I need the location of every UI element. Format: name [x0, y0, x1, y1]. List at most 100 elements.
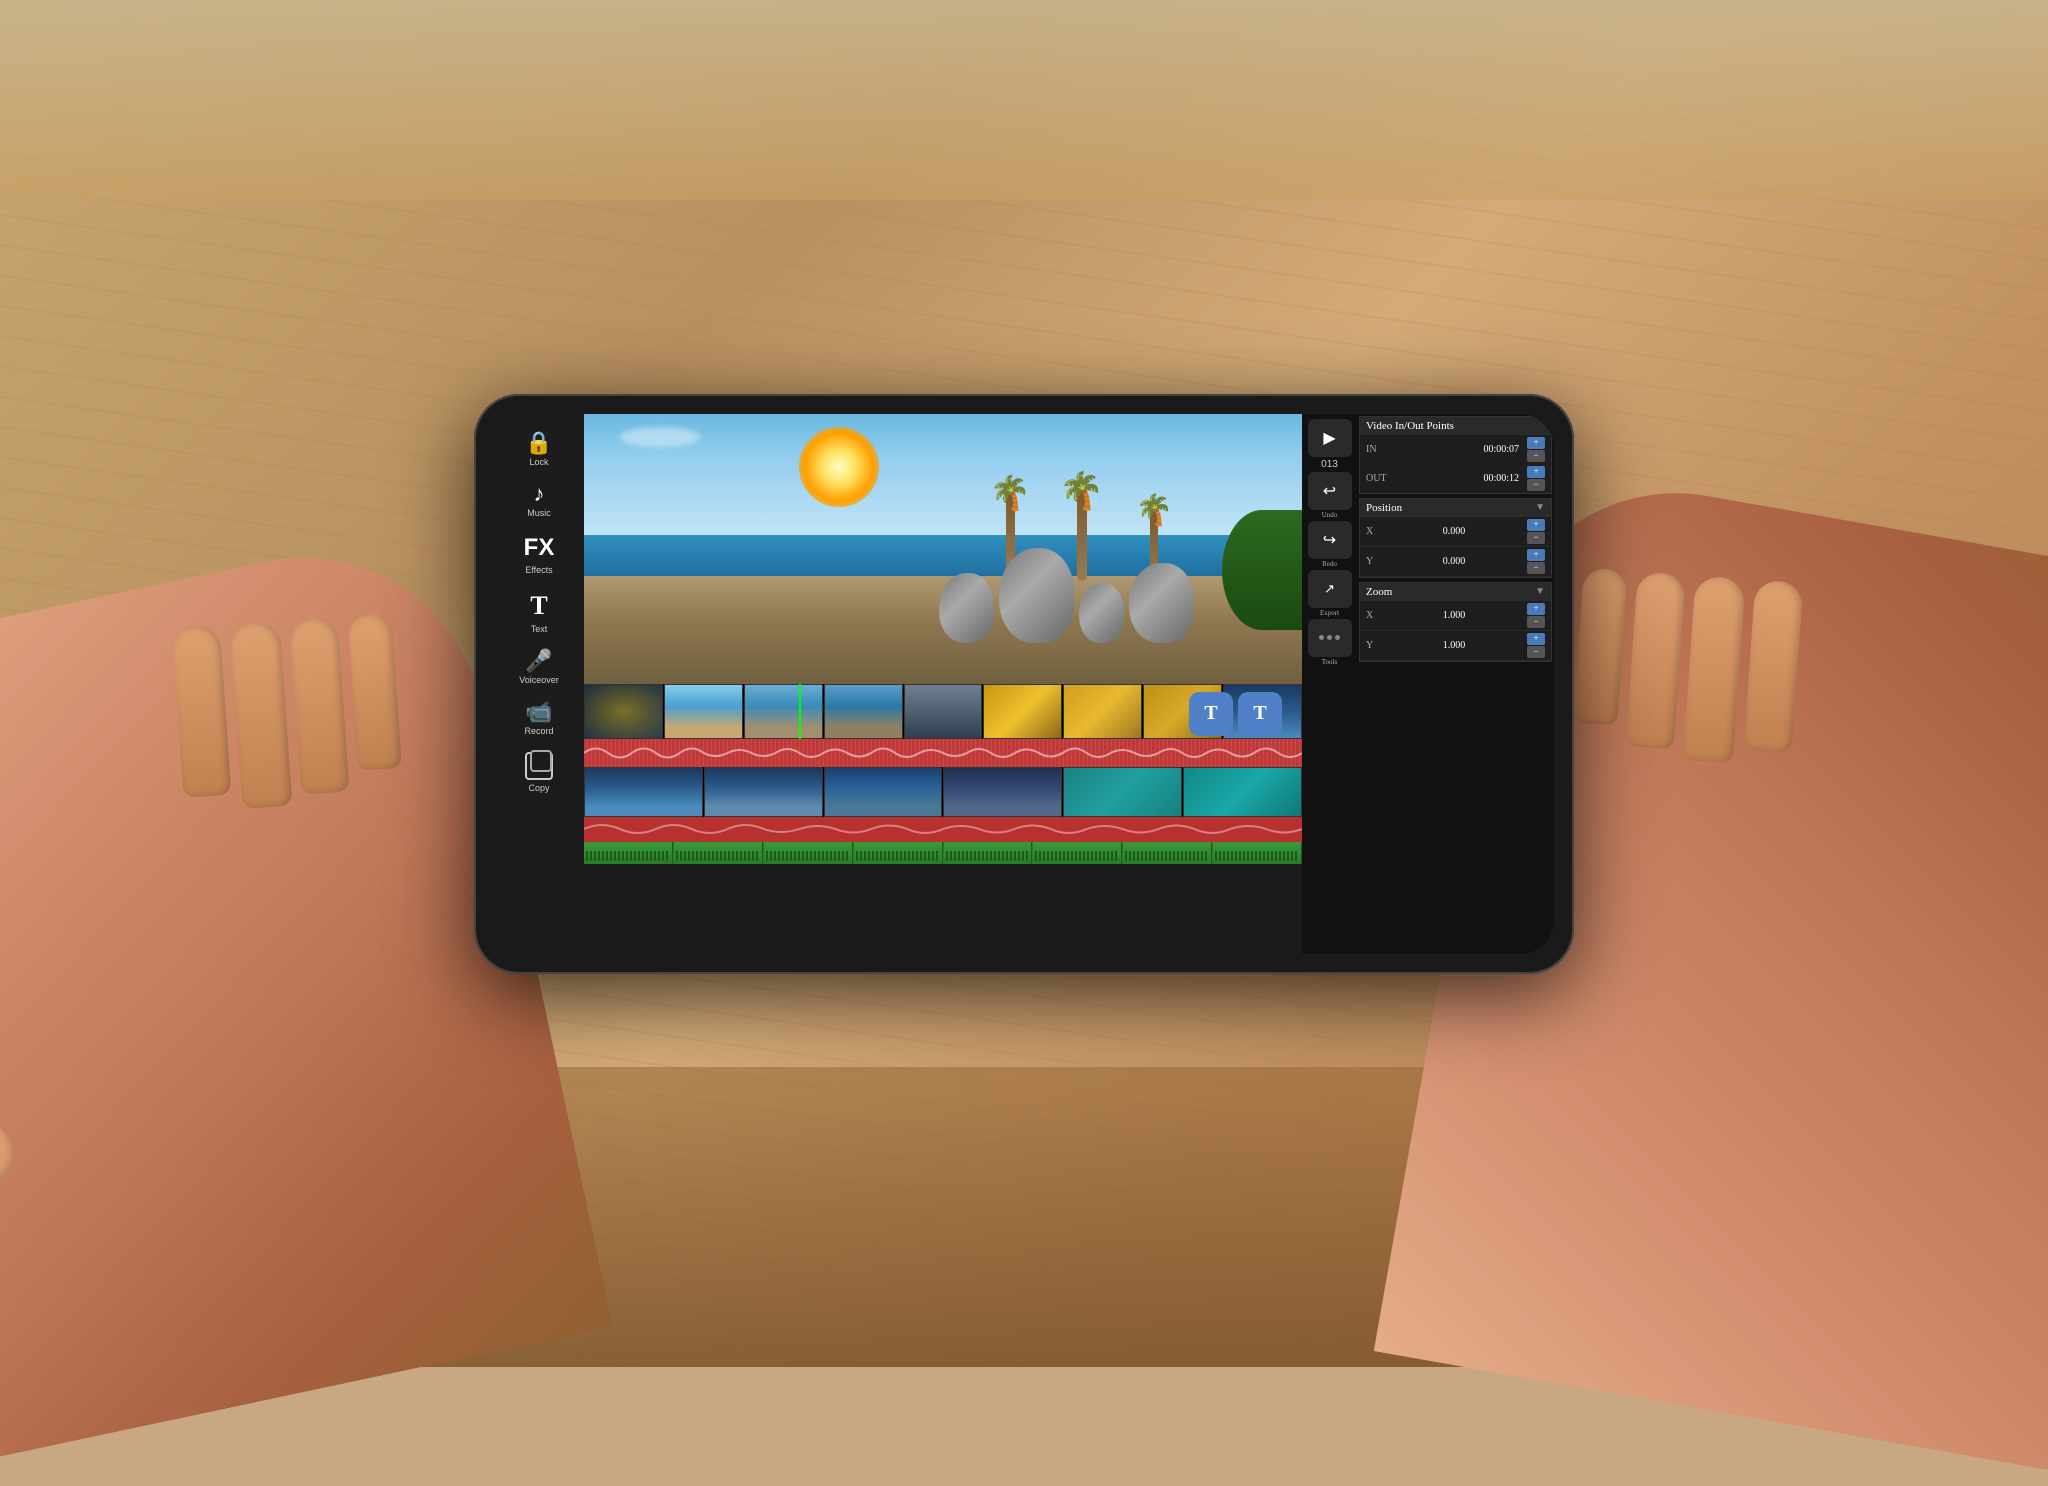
thumb-beach-3 — [824, 684, 903, 739]
out-point-row: OUT 00:00:12 + − — [1360, 464, 1551, 493]
redo-button[interactable]: ↪ — [1308, 521, 1352, 559]
text-overlay-buttons: T T — [1189, 692, 1282, 736]
position-header: Position ▼ — [1360, 499, 1551, 517]
second-waveform-track — [584, 817, 1302, 842]
redo-ctrl-group: ↪ Redo — [1308, 521, 1352, 568]
undo-button[interactable]: ↩ — [1308, 472, 1352, 510]
rock-1 — [939, 573, 994, 643]
zoom-x-row: X 1.000 + − — [1360, 601, 1551, 631]
export-button[interactable]: ↗ — [1308, 570, 1352, 608]
pos-x-minus-button[interactable]: − — [1527, 532, 1545, 544]
toolbar-label-record: Record — [524, 726, 553, 736]
export-icon: ↗ — [1324, 581, 1335, 597]
pos-y-plus-button[interactable]: + — [1527, 549, 1545, 561]
rock-3 — [1079, 583, 1124, 643]
zoom-x-controls: + − — [1527, 603, 1545, 628]
out-value: 00:00:12 — [1395, 473, 1523, 484]
video-inout-header: Video In/Out Points — [1360, 417, 1551, 435]
position-x-label: X — [1366, 526, 1381, 537]
zoom-y-plus-button[interactable]: + — [1527, 633, 1545, 645]
out-controls: + − — [1527, 466, 1545, 491]
secondary-thumb-2 — [704, 767, 823, 817]
in-controls: + − — [1527, 437, 1545, 462]
position-y-label: Y — [1366, 556, 1381, 567]
out-plus-button[interactable]: + — [1527, 466, 1545, 478]
zoom-y-minus-button[interactable]: − — [1527, 646, 1545, 658]
in-minus-button[interactable]: − — [1527, 450, 1545, 462]
second-waveform — [584, 817, 1302, 842]
audio-waveform-track — [584, 739, 1302, 767]
toolbar-label-text: Text — [531, 624, 548, 634]
in-value: 00:00:07 — [1395, 444, 1523, 455]
music-icon: ♪ — [534, 483, 545, 505]
thumb-gold-1 — [983, 684, 1062, 739]
toolbar-item-record[interactable]: 📹 Record — [499, 693, 579, 744]
green-segment-6 — [1033, 842, 1122, 864]
redo-icon: ↪ — [1323, 530, 1336, 550]
play-button[interactable]: ▶ — [1308, 419, 1352, 457]
zoom-x-minus-button[interactable]: − — [1527, 616, 1545, 628]
in-plus-button[interactable]: + — [1527, 437, 1545, 449]
pos-y-minus-button[interactable]: − — [1527, 562, 1545, 574]
zoom-y-row: Y 1.000 + − — [1360, 631, 1551, 661]
video-content: 🌴 🌴 🌴 — [584, 414, 1302, 684]
voiceover-icon: 🎤 — [525, 650, 552, 672]
secondary-thumb-1 — [584, 767, 703, 817]
redo-label: Redo — [1322, 560, 1337, 568]
position-x-controls: + − — [1527, 519, 1545, 544]
green-segment-5 — [944, 842, 1033, 864]
toolbar-item-copy[interactable]: Copy — [499, 744, 579, 801]
text-overlay-t2-button[interactable]: T — [1238, 692, 1282, 736]
green-segment-8 — [1213, 842, 1302, 864]
position-y-controls: + − — [1527, 549, 1545, 574]
secondary-thumb-3 — [824, 767, 943, 817]
toolbar-item-voiceover[interactable]: 🎤 Voiceover — [499, 642, 579, 693]
thumb-gold-2 — [1063, 684, 1142, 739]
secondary-video-track — [584, 767, 1302, 817]
text-overlay-t1-button[interactable]: T — [1189, 692, 1233, 736]
toolbar-label-voiceover: Voiceover — [519, 675, 559, 685]
green-segment-4 — [854, 842, 943, 864]
zoom-chevron-icon[interactable]: ▼ — [1535, 586, 1545, 597]
zoom-y-controls: + − — [1527, 633, 1545, 658]
position-title: Position — [1366, 502, 1402, 514]
tools-label: Tools — [1322, 658, 1337, 666]
tools-button[interactable] — [1308, 619, 1352, 657]
waveform-display — [584, 739, 1302, 767]
position-x-row: X 0.000 + − — [1360, 517, 1551, 547]
text-icon: T — [530, 591, 547, 621]
zoom-x-plus-button[interactable]: + — [1527, 603, 1545, 615]
position-y-value: 0.000 — [1381, 556, 1527, 567]
green-audio-track-1 — [584, 842, 1302, 864]
scene-sun — [799, 427, 879, 507]
in-point-row: IN 00:00:07 + − — [1360, 435, 1551, 464]
position-chevron-icon[interactable]: ▼ — [1535, 502, 1545, 513]
toolbar-item-lock[interactable]: 🔒 Lock — [499, 424, 579, 475]
secondary-thumb-teal — [1063, 767, 1182, 817]
toolbar-item-text[interactable]: T Text — [499, 583, 579, 642]
secondary-thumb-4 — [943, 767, 1062, 817]
out-minus-button[interactable]: − — [1527, 479, 1545, 491]
toolbar-item-music[interactable]: ♪ Music — [499, 475, 579, 526]
toolbar-item-effects[interactable]: FX Effects — [499, 526, 579, 583]
lock-icon: 🔒 — [525, 432, 552, 454]
pos-x-plus-button[interactable]: + — [1527, 519, 1545, 531]
export-ctrl-group: ↗ Export — [1308, 570, 1352, 617]
tools-ctrl-group: Tools — [1308, 619, 1352, 666]
secondary-thumb-teal-2 — [1183, 767, 1302, 817]
tools-dots-icon — [1319, 635, 1340, 640]
video-preview: 🌴 🌴 🌴 — [584, 414, 1302, 684]
cloud-1 — [620, 427, 700, 447]
thumb-dark-1 — [584, 684, 663, 739]
waveform-svg — [584, 739, 1302, 767]
green-segment-7 — [1123, 842, 1212, 864]
play-icon: ▶ — [1323, 428, 1335, 448]
position-x-value: 0.000 — [1381, 526, 1527, 537]
export-label: Export — [1320, 609, 1339, 617]
zoom-x-value: 1.000 — [1381, 610, 1527, 621]
main-video-track: T T — [584, 684, 1302, 739]
frame-counter: 013 — [1321, 459, 1338, 470]
in-label: IN — [1366, 444, 1391, 455]
phone-screen: 🔒 Lock ♪ Music FX Effects T Text 🎤 Voice… — [494, 414, 1554, 954]
play-ctrl-group: ▶ — [1308, 419, 1352, 457]
